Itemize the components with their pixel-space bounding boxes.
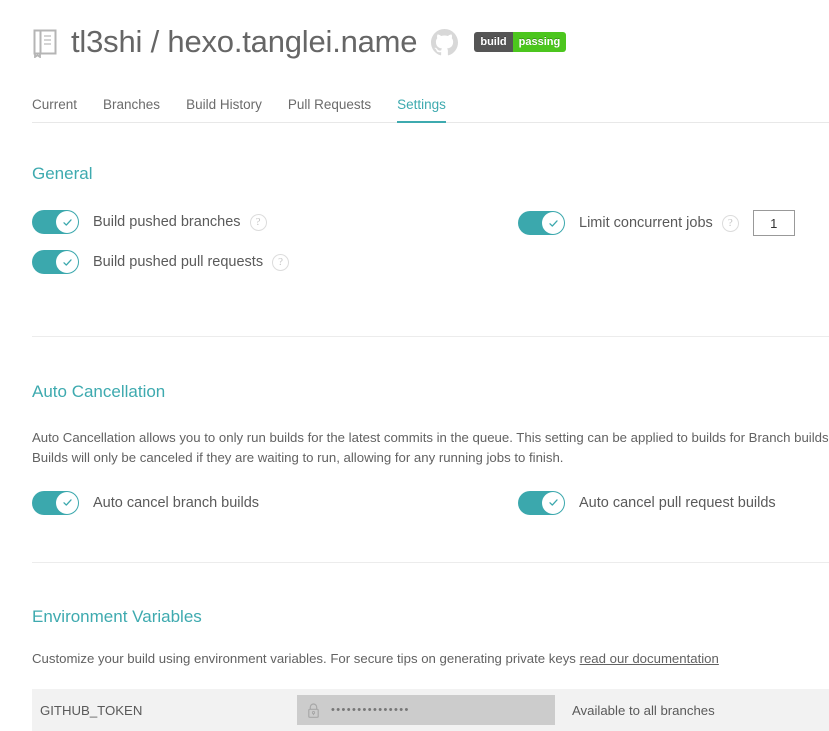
setting-label-build-pushed-branches: Build pushed branches: [93, 214, 241, 230]
general-section-title: General: [32, 165, 829, 182]
auto-cancellation-section: Auto Cancellation Auto Cancellation allo…: [0, 383, 829, 515]
nav-tabs: Current Branches Build History Pull Requ…: [0, 87, 829, 123]
tab-branches[interactable]: Branches: [103, 97, 160, 123]
setting-limit-concurrent-jobs: Limit concurrent jobs ?: [518, 210, 795, 236]
environment-variables-section: Environment Variables Customize your bui…: [0, 608, 829, 669]
env-description-text: Customize your build using environment v…: [32, 651, 580, 666]
toggle-limit-concurrent-jobs[interactable]: [518, 211, 565, 235]
environment-variables-description: Customize your build using environment v…: [32, 649, 829, 669]
setting-auto-cancel-pull-request-builds: Auto cancel pull request builds: [518, 491, 776, 515]
section-divider-general: [32, 336, 829, 337]
toggle-auto-cancel-pull-request-builds[interactable]: [518, 491, 565, 515]
badge-build-label: build: [474, 32, 512, 52]
env-var-row: GITHUB_TOKEN ••••••••••••••• Available t…: [32, 689, 829, 731]
toggle-knob: [542, 492, 564, 514]
toggle-auto-cancel-branch-builds[interactable]: [32, 491, 79, 515]
auto-cancellation-description-line1: Auto Cancellation allows you to only run…: [32, 428, 829, 448]
github-octocat-icon[interactable]: [431, 29, 458, 56]
toggle-build-pushed-branches[interactable]: [32, 210, 79, 234]
help-icon-build-pushed-branches[interactable]: ?: [250, 214, 267, 231]
repo-header: tl3shi / hexo.tanglei.name build passing: [0, 0, 829, 62]
general-section: General Build pushed branches ? Build pu…: [0, 165, 829, 274]
help-icon-build-pushed-pull-requests[interactable]: ?: [272, 254, 289, 271]
environment-variables-section-title: Environment Variables: [32, 608, 829, 625]
toggle-knob: [56, 492, 78, 514]
env-var-name: GITHUB_TOKEN: [32, 703, 297, 718]
travis-settings-page: tl3shi / hexo.tanglei.name build passing…: [0, 0, 829, 655]
section-divider-auto-cancellation: [32, 562, 829, 563]
lock-icon: [306, 702, 321, 719]
repository-book-icon: [32, 28, 58, 58]
env-var-scope: Available to all branches: [572, 703, 715, 718]
help-icon-limit-concurrent-jobs[interactable]: ?: [722, 215, 739, 232]
toggle-build-pushed-pull-requests[interactable]: [32, 250, 79, 274]
setting-label-auto-cancel-branch-builds: Auto cancel branch builds: [93, 495, 259, 511]
toggle-knob: [56, 211, 78, 233]
tab-pull-requests[interactable]: Pull Requests: [288, 97, 371, 123]
setting-label-build-pushed-pull-requests: Build pushed pull requests: [93, 254, 263, 270]
documentation-link[interactable]: read our documentation: [580, 651, 719, 666]
toggle-knob: [56, 251, 78, 273]
auto-cancellation-description-line2: Builds will only be canceled if they are…: [32, 448, 829, 468]
badge-passing-label: passing: [513, 32, 567, 52]
setting-label-limit-concurrent-jobs: Limit concurrent jobs: [579, 215, 713, 231]
tab-current[interactable]: Current: [32, 97, 77, 123]
concurrent-jobs-input[interactable]: [753, 210, 795, 236]
toggle-knob: [542, 212, 564, 234]
tab-settings[interactable]: Settings: [397, 97, 446, 123]
auto-cancellation-section-title: Auto Cancellation: [32, 383, 829, 400]
setting-label-auto-cancel-pull-request-builds: Auto cancel pull request builds: [579, 495, 776, 511]
env-var-masked-value: •••••••••••••••: [331, 705, 410, 716]
build-status-badge[interactable]: build passing: [474, 32, 566, 52]
tab-build-history[interactable]: Build History: [186, 97, 262, 123]
page-title: tl3shi / hexo.tanglei.name: [71, 26, 417, 57]
env-var-value-field[interactable]: •••••••••••••••: [297, 695, 555, 725]
setting-build-pushed-pull-requests: Build pushed pull requests ?: [32, 250, 829, 274]
